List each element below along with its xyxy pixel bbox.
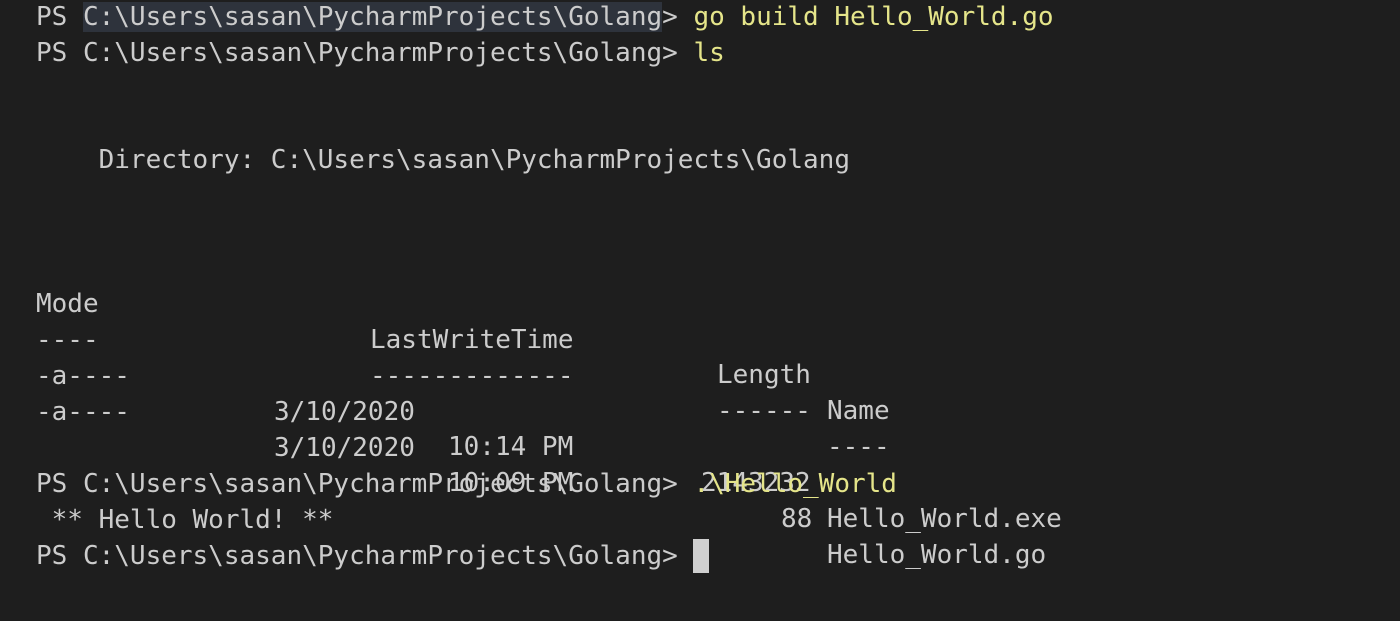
underline-length: ------	[717, 396, 811, 427]
row-length: 88	[781, 504, 813, 535]
command-line-build: PS C:\Users\sasan\PycharmProjects\Golang…	[36, 0, 1054, 36]
prompt: PS C:\Users\sasan\PycharmProjects\Golang…	[36, 469, 694, 499]
text-cursor[interactable]	[693, 539, 710, 573]
prompt-ps: PS	[36, 2, 83, 32]
header-name: Name	[827, 396, 890, 427]
directory-line: Directory: C:\Users\sasan\PycharmProject…	[36, 145, 850, 175]
prompt-gt: >	[662, 2, 694, 32]
terminal-window[interactable]: PS C:\Users\sasan\PycharmProjects\Golang…	[0, 0, 1400, 621]
command-go-build: go build Hello_World.go	[693, 2, 1054, 32]
row-name: Hello_World.exe	[827, 503, 1062, 534]
table-underline: ---- ------------- ------ ----	[36, 287, 1336, 462]
command-ls: ls	[693, 38, 725, 68]
row-date: 3/10/2020	[274, 396, 415, 427]
underline-name: ----	[827, 432, 890, 463]
command-line-ls: PS C:\Users\sasan\PycharmProjects\Golang…	[36, 36, 725, 72]
row-time: 10:14 PM	[448, 432, 574, 463]
row-date: 3/10/2020	[274, 432, 415, 463]
prompt: PS C:\Users\sasan\PycharmProjects\Golang…	[36, 38, 694, 68]
command-run-hello-world: .\Hello_World	[693, 469, 897, 499]
command-line-current[interactable]: PS C:\Users\sasan\PycharmProjects\Golang…	[36, 539, 710, 575]
table-header: Mode LastWriteTime Length Name	[36, 251, 1336, 426]
row-name: Hello_World.go	[827, 539, 1047, 570]
program-output: ** Hello World! **	[36, 505, 334, 535]
row-mode: -a----	[36, 396, 130, 427]
table-row: -a---- 3/10/2020 10:09 PM 88 Hello_World…	[36, 359, 1336, 570]
prompt-path-selected: C:\Users\sasan\PycharmProjects\Golang	[82, 2, 663, 32]
prompt: PS C:\Users\sasan\PycharmProjects\Golang…	[36, 541, 694, 571]
table-row: -a---- 3/10/2020 10:14 PM 2143232 Hello_…	[36, 323, 1336, 534]
command-line-run: PS C:\Users\sasan\PycharmProjects\Golang…	[36, 467, 897, 503]
